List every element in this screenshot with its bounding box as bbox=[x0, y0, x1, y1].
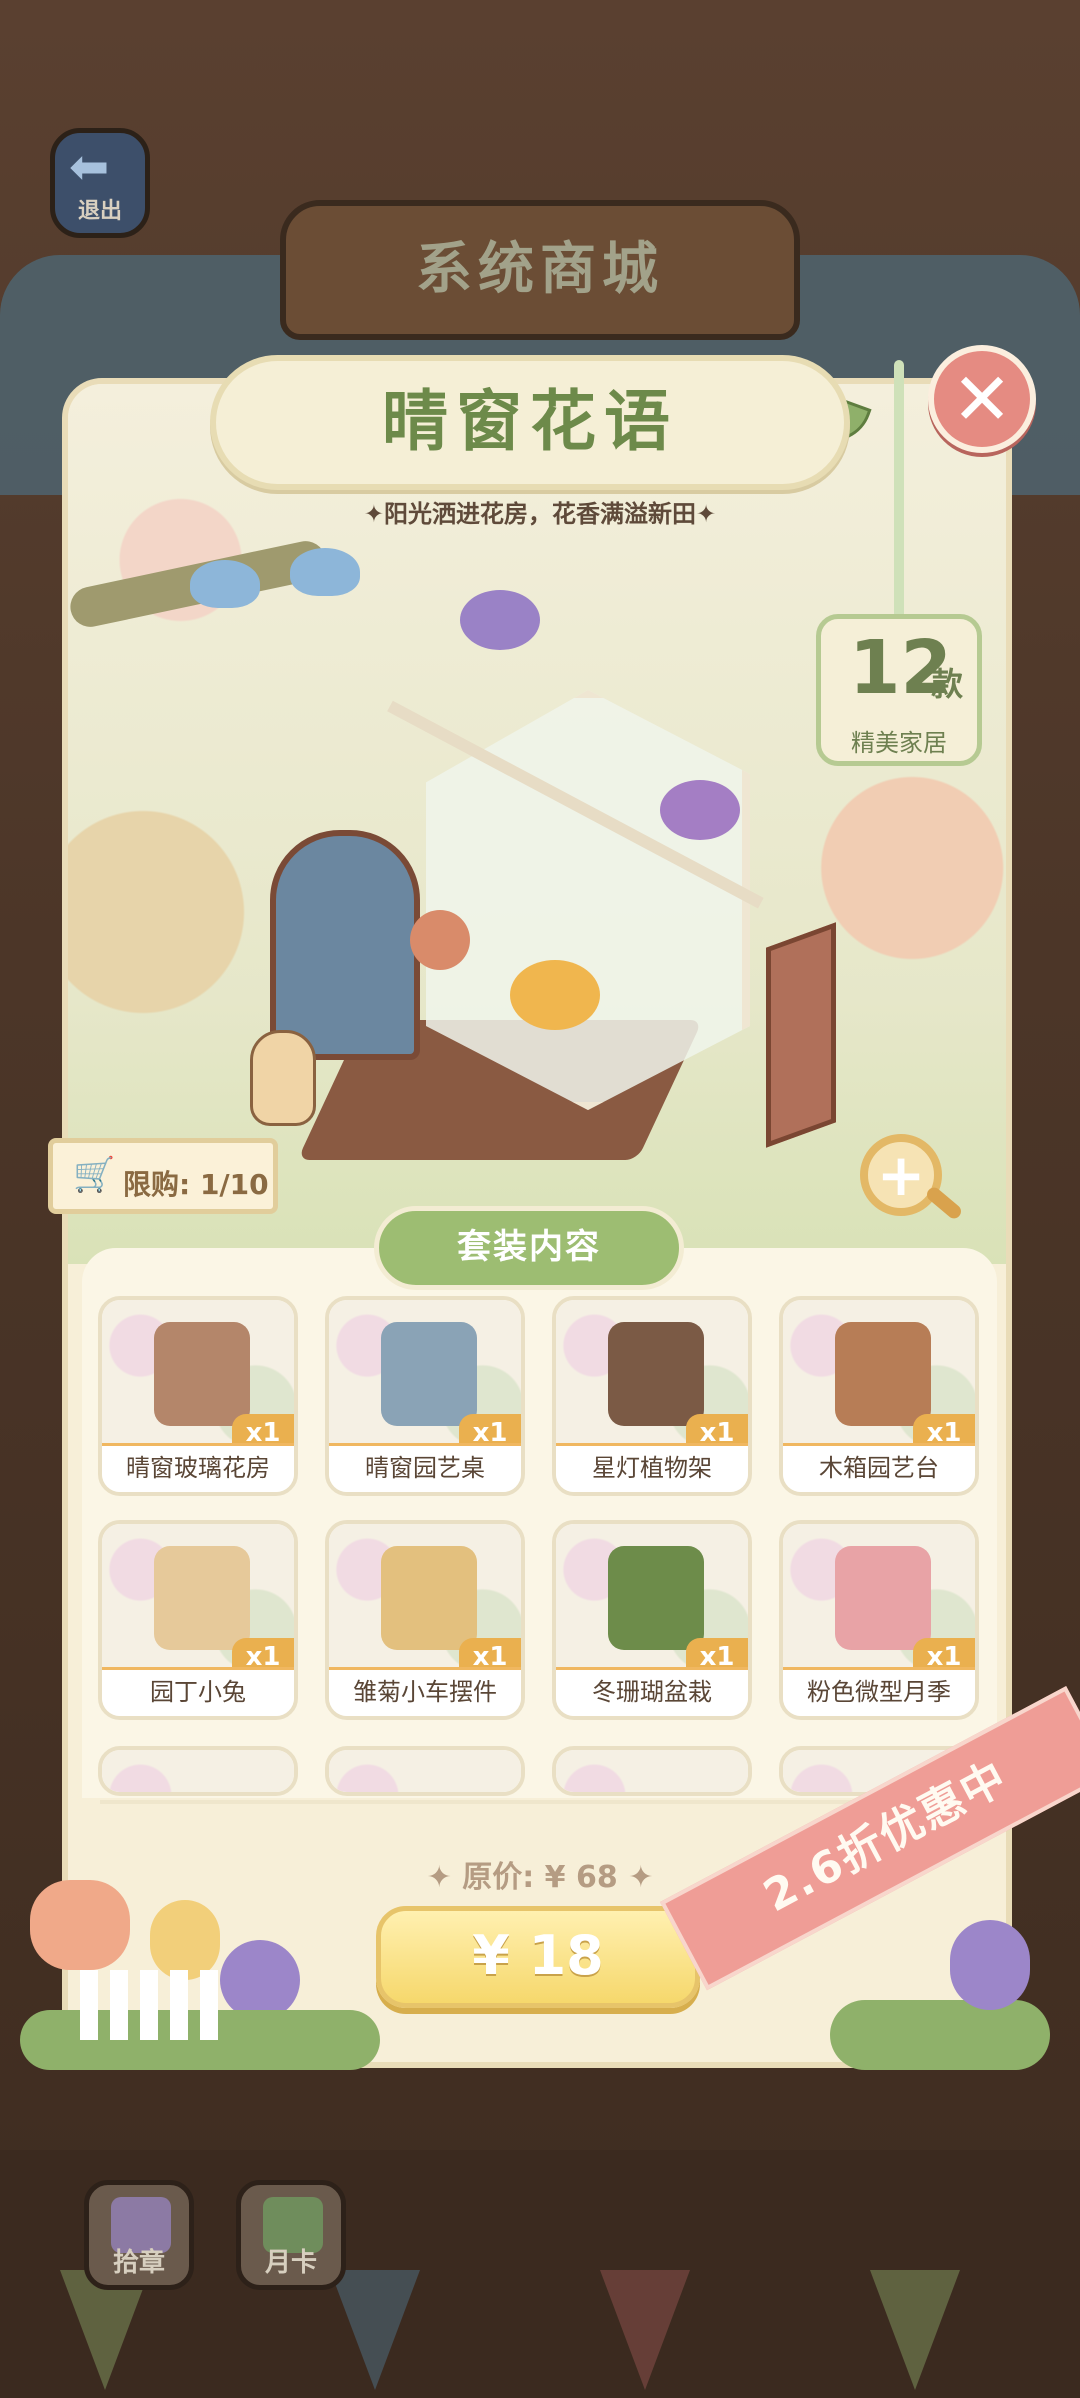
buy-price: ¥ 18 bbox=[472, 1924, 604, 1987]
close-button[interactable]: ✕ bbox=[928, 345, 1036, 453]
item-card[interactable]: x1 晴窗园艺桌 bbox=[325, 1296, 525, 1496]
item-thumbnail bbox=[835, 1322, 931, 1426]
item-thumbnail bbox=[381, 1322, 477, 1426]
grass-decoration bbox=[830, 2000, 1050, 2070]
item-card-partial[interactable] bbox=[552, 1746, 752, 1796]
cart-icon: 🛒 bbox=[73, 1155, 116, 1195]
tulip-decoration bbox=[30, 1880, 130, 1970]
bundle-title: 晴窗花语 bbox=[382, 383, 678, 460]
magnifier-plus-icon: + bbox=[876, 1141, 926, 1209]
bunny-illustration bbox=[250, 1030, 316, 1126]
item-art bbox=[102, 1750, 294, 1792]
blue-bird-illustration bbox=[190, 560, 260, 608]
item-card[interactable]: x1 木箱园艺台 bbox=[779, 1296, 979, 1496]
exit-button[interactable]: ⬅ 退出 bbox=[50, 128, 150, 238]
item-count-desc: 精美家居 bbox=[851, 729, 947, 757]
item-thumbnail bbox=[835, 1546, 931, 1650]
item-count-unit: 款 bbox=[931, 665, 964, 703]
tag-string bbox=[894, 360, 904, 620]
item-card[interactable]: x1 雏菊小车摆件 bbox=[325, 1520, 525, 1720]
item-name: 晴窗园艺桌 bbox=[329, 1443, 521, 1492]
item-card[interactable]: x1 粉色微型月季 bbox=[779, 1520, 979, 1720]
store-title: 系统商城 bbox=[416, 237, 664, 302]
item-thumbnail bbox=[154, 1322, 250, 1426]
item-card[interactable]: x1 晴窗玻璃花房 bbox=[98, 1296, 298, 1496]
title-banner: 晴窗花语 bbox=[210, 355, 850, 490]
garden-bench bbox=[270, 830, 420, 1060]
exit-label: 退出 bbox=[77, 199, 122, 224]
flower-decoration bbox=[220, 1940, 300, 2020]
purchase-limit-badge: 🛒 限购: 1/10 bbox=[48, 1138, 278, 1214]
item-thumbnail bbox=[381, 1546, 477, 1650]
flower-decoration bbox=[950, 1920, 1030, 2010]
store-sign: 系统商城 bbox=[280, 200, 800, 340]
purchase-limit-text: 限购: 1/10 bbox=[123, 1168, 269, 1201]
item-name: 冬珊瑚盆栽 bbox=[556, 1667, 748, 1716]
badge-button[interactable]: 拾章 bbox=[84, 2180, 194, 2290]
item-name: 木箱园艺台 bbox=[783, 1443, 975, 1492]
section-label: 套装内容 bbox=[374, 1206, 684, 1290]
bundle-subtitle: ✦阳光洒进花房，花香满溢新田✦ bbox=[363, 500, 717, 528]
item-card-partial[interactable] bbox=[98, 1746, 298, 1796]
item-name: 粉色微型月季 bbox=[783, 1667, 975, 1716]
buy-button[interactable]: ¥ 18 bbox=[376, 1906, 700, 2008]
item-thumbnail bbox=[154, 1546, 250, 1650]
item-name: 星灯植物架 bbox=[556, 1443, 748, 1492]
item-art bbox=[556, 1750, 748, 1792]
flower-cluster bbox=[460, 590, 540, 650]
fence-decoration bbox=[80, 1970, 230, 2040]
item-thumbnail bbox=[608, 1322, 704, 1426]
flower-cluster bbox=[510, 960, 600, 1030]
greenhouse-door bbox=[766, 922, 836, 1148]
item-card-partial[interactable] bbox=[325, 1746, 525, 1796]
greenhouse-illustration[interactable] bbox=[270, 580, 840, 1200]
item-thumbnail bbox=[608, 1546, 704, 1650]
flower-pot bbox=[410, 910, 470, 970]
item-card[interactable]: x1 冬珊瑚盆栽 bbox=[552, 1520, 752, 1720]
item-card[interactable]: x1 园丁小兔 bbox=[98, 1520, 298, 1720]
close-icon: ✕ bbox=[951, 357, 1013, 441]
item-card[interactable]: x1 星灯植物架 bbox=[552, 1296, 752, 1496]
item-name: 园丁小兔 bbox=[102, 1667, 294, 1716]
back-arrow-icon: ⬅ bbox=[69, 139, 110, 195]
flower-cluster bbox=[660, 780, 740, 840]
badge-button-label: 拾章 bbox=[112, 2248, 165, 2278]
item-art bbox=[329, 1750, 521, 1792]
item-count-tag: 12 款 精美家居 bbox=[816, 614, 982, 766]
monthly-card-button[interactable]: 月卡 bbox=[236, 2180, 346, 2290]
item-name: 雏菊小车摆件 bbox=[329, 1667, 521, 1716]
item-name: 晴窗玻璃花房 bbox=[102, 1443, 294, 1492]
zoom-button[interactable]: + bbox=[860, 1134, 942, 1216]
monthly-card-label: 月卡 bbox=[264, 2248, 317, 2278]
section-label-text: 套装内容 bbox=[457, 1227, 601, 1267]
tulip-decoration bbox=[150, 1900, 220, 1980]
